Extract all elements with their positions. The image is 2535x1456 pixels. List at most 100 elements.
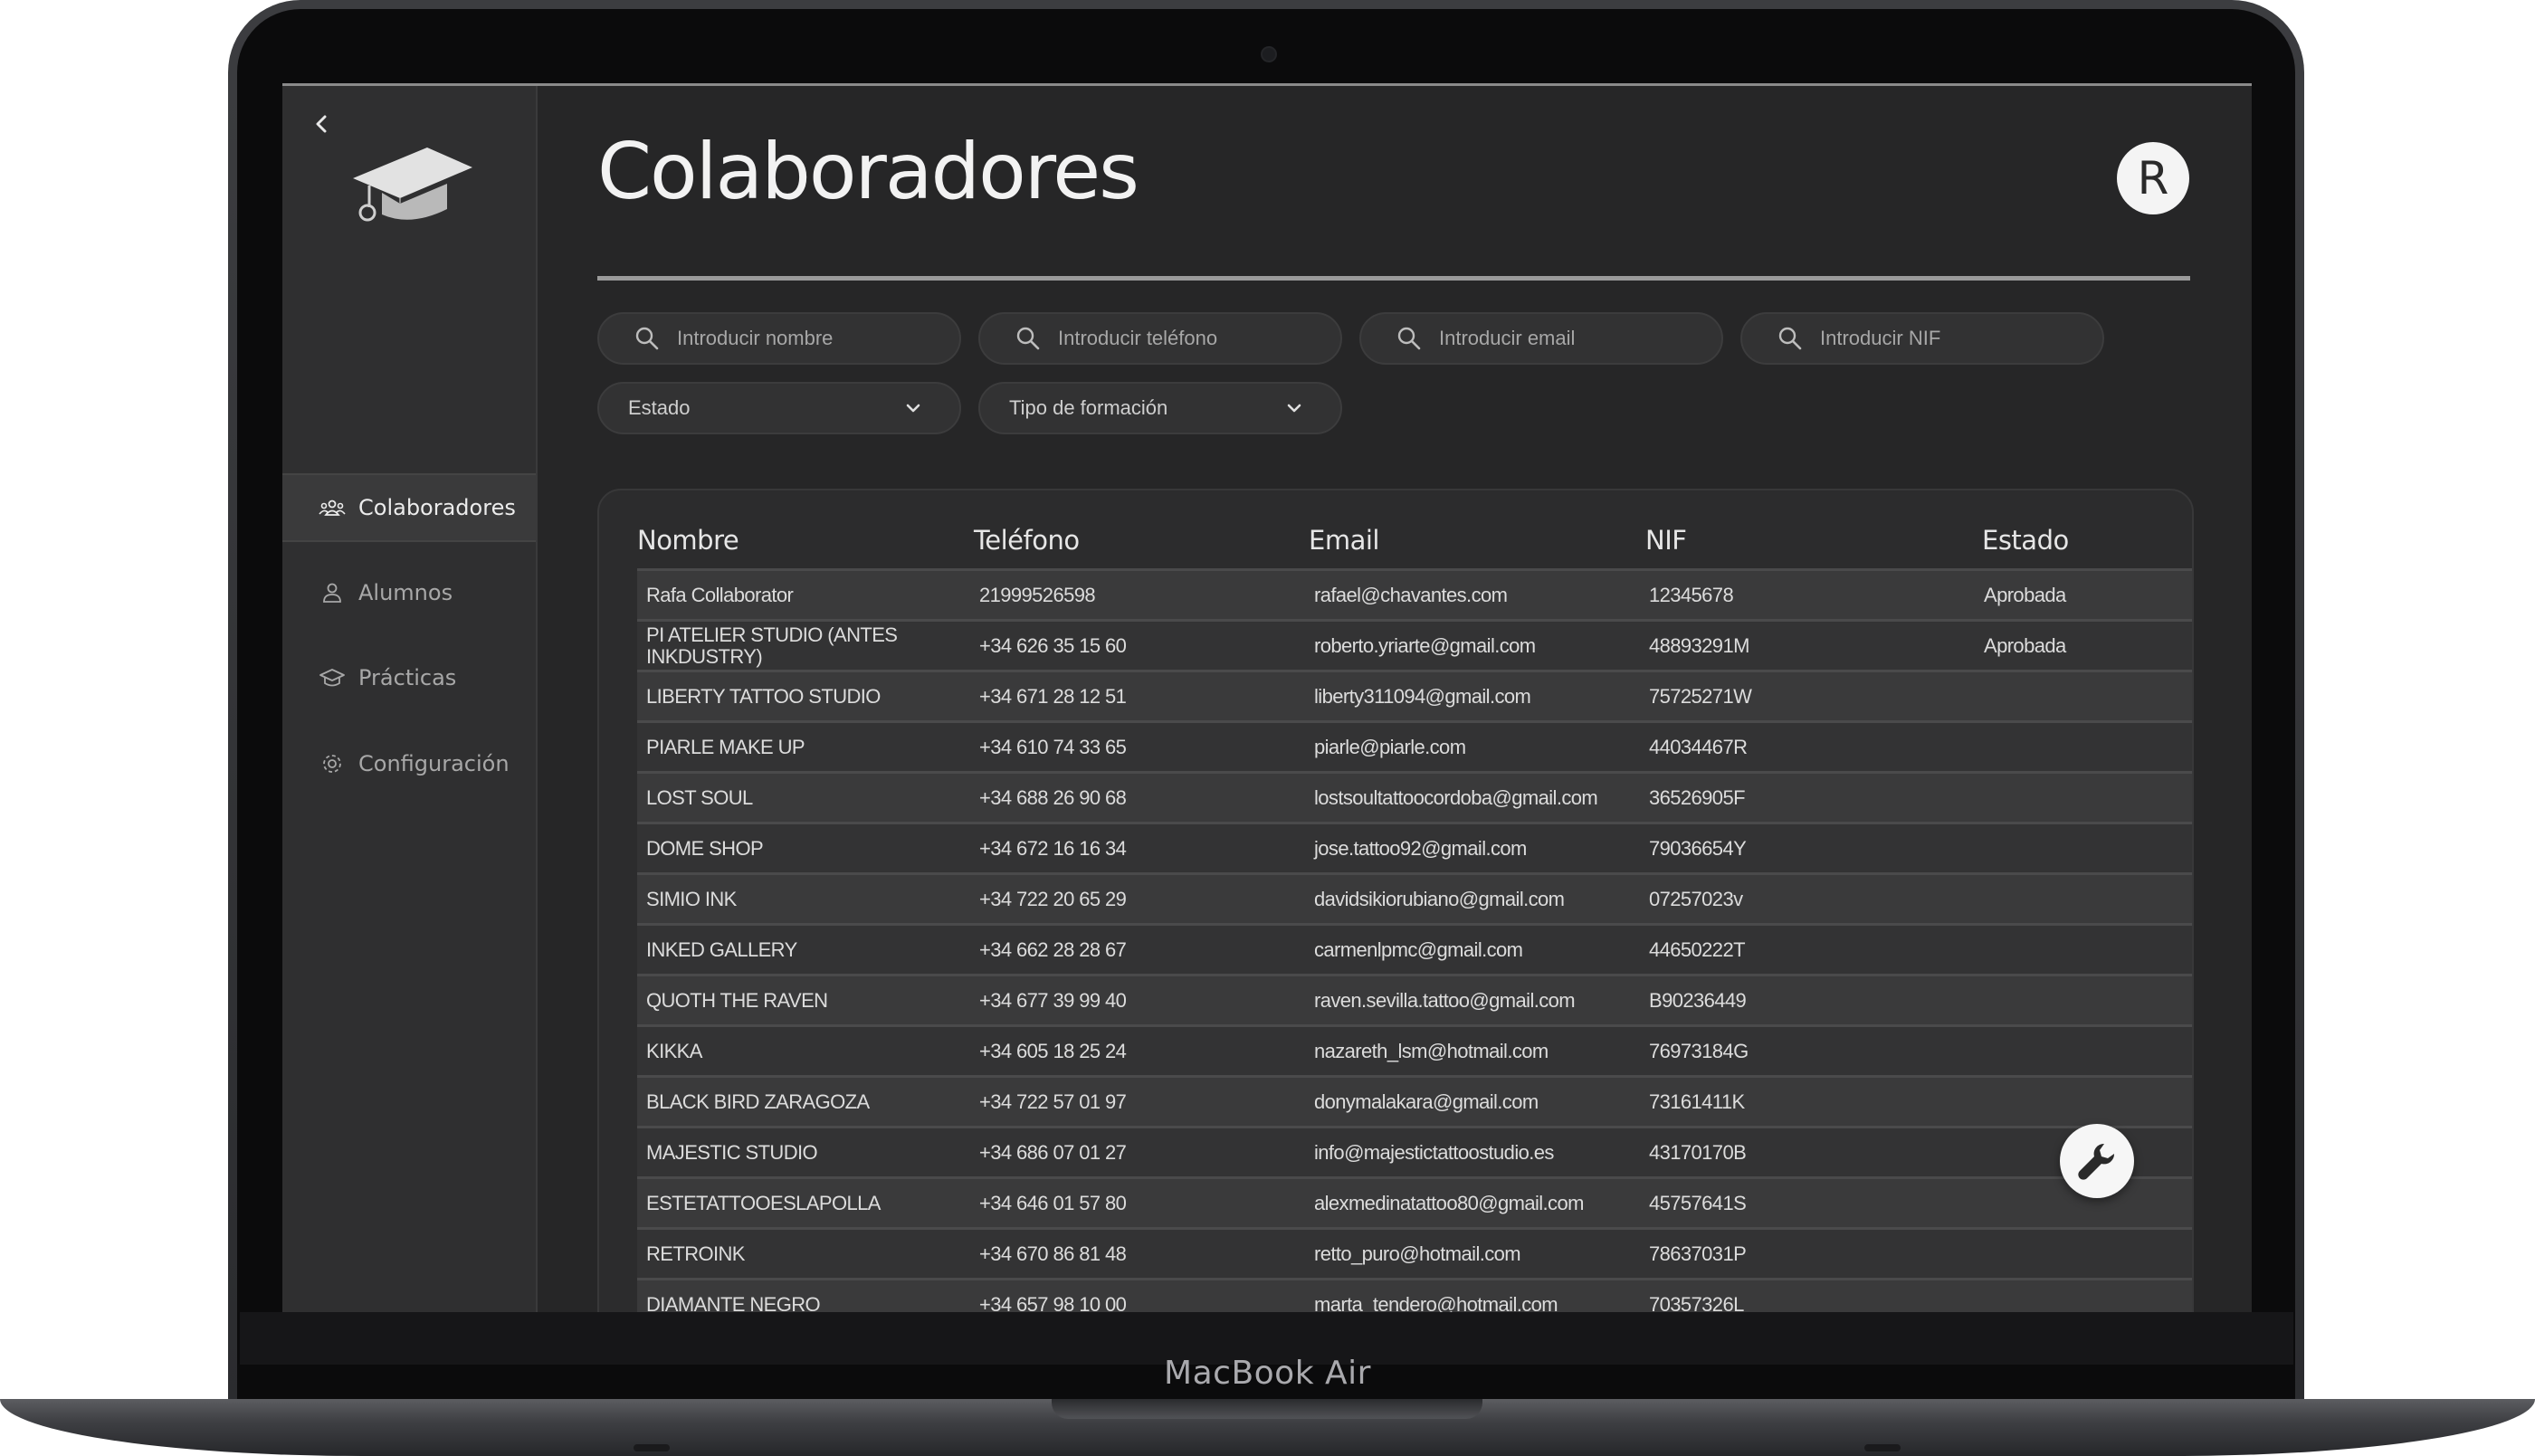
- table-row[interactable]: SIMIO INK +34 722 20 65 29 davidsikiorubia…: [637, 872, 2192, 923]
- cell-nombre: PIARLE MAKE UP: [646, 735, 805, 758]
- table-row[interactable]: BLACK BIRD ZARAGOZA +34 722 57 01 97 donym…: [637, 1075, 2192, 1126]
- cell-email: carmenlpmc@gmail.com: [1314, 937, 1523, 961]
- sidebar-item-label: Configuración: [358, 751, 510, 776]
- wrench-icon: [2078, 1143, 2115, 1180]
- nif-search-input[interactable]: [1820, 327, 2064, 350]
- cell-email: info@majestictattoostudio.es: [1314, 1140, 1554, 1164]
- search-icon: [1016, 327, 1040, 350]
- status-select[interactable]: Estado: [597, 382, 961, 434]
- table-row[interactable]: DIAMANTE NEGRO +34 657 98 10 00 marta_tend…: [637, 1278, 2192, 1314]
- cell-nif: 70357326L: [1649, 1292, 1744, 1314]
- cell-telefono: +34 722 57 01 97: [979, 1090, 1127, 1113]
- sidebar-item-label: Alumnos: [358, 580, 453, 605]
- users-icon: [319, 500, 346, 516]
- cell-telefono: +34 657 98 10 00: [979, 1292, 1127, 1314]
- training-type-select-value: Tipo de formación: [1009, 396, 1168, 419]
- cell-email: alexmedinatattoo80@gmail.com: [1314, 1191, 1584, 1214]
- cell-estado: [1984, 774, 2183, 822]
- name-filter: [597, 312, 961, 365]
- cell-telefono: +34 605 18 25 24: [979, 1039, 1127, 1062]
- chevron-down-icon: [906, 404, 920, 413]
- cell-telefono: +34 670 86 81 48: [979, 1242, 1127, 1265]
- cell-nif: 44650222T: [1649, 937, 1746, 961]
- sidebar-item-practicas[interactable]: Prácticas: [282, 643, 536, 712]
- table-row[interactable]: LIBERTY TATTOO STUDIO +34 671 28 12 51 lib…: [637, 670, 2192, 720]
- cell-nif: 78637031P: [1649, 1242, 1747, 1265]
- cell-nif: 07257023v: [1649, 887, 1743, 910]
- header-divider: [597, 276, 2190, 281]
- sidebar: Colaboradores Alumnos Prácticas Configur…: [282, 86, 538, 1314]
- page-title: Colaboradores: [597, 127, 1139, 217]
- cell-nombre: QUOTH THE RAVEN: [646, 988, 828, 1012]
- cell-email: rafael@chavantes.com: [1314, 583, 1508, 606]
- table-row[interactable]: PI ATELIER STUDIO (ANTES INKDUSTRY) +34 6…: [637, 619, 2192, 670]
- cell-email: lostsoultattoocordoba@gmail.com: [1314, 785, 1598, 809]
- column-header-telefono[interactable]: Teléfono: [974, 525, 1080, 556]
- cell-email: raven.sevilla.tattoo@gmail.com: [1314, 988, 1576, 1012]
- column-header-estado[interactable]: Estado: [1982, 525, 2069, 556]
- table-row[interactable]: PIARLE MAKE UP +34 610 74 33 65 piarle@pia…: [637, 720, 2192, 771]
- graduation-cap-logo-icon: [353, 148, 472, 222]
- search-icon: [1778, 327, 1802, 350]
- cell-nif: 75725271W: [1649, 684, 1752, 708]
- cell-nif: 36526905F: [1649, 785, 1746, 809]
- search-icon: [1397, 327, 1421, 350]
- cell-telefono: +34 610 74 33 65: [979, 735, 1127, 758]
- table-row[interactable]: MAJESTIC STUDIO +34 686 07 01 27 info@maje…: [637, 1126, 2192, 1176]
- sidebar-item-label: Prácticas: [358, 665, 457, 690]
- graduation-cap-icon: [319, 669, 345, 687]
- table-body: Rafa Collaborator 21999526598 rafael@chava…: [637, 568, 2192, 1314]
- avatar[interactable]: R: [2117, 142, 2189, 214]
- column-header-nif[interactable]: NIF: [1645, 525, 1687, 556]
- cell-nombre: KIKKA: [646, 1039, 702, 1062]
- table-row[interactable]: KIKKA +34 605 18 25 24 nazareth_lsm@hotmai…: [637, 1024, 2192, 1075]
- cell-nombre: LIBERTY TATTOO STUDIO: [646, 684, 881, 708]
- cell-nif: 12345678: [1649, 583, 1734, 606]
- cell-estado: [1984, 1230, 2183, 1278]
- cell-nif: 45757641S: [1649, 1191, 1747, 1214]
- cell-telefono: +34 672 16 16 34: [979, 836, 1127, 860]
- column-header-email[interactable]: Email: [1309, 525, 1379, 556]
- tools-button[interactable]: [2060, 1124, 2134, 1198]
- chevron-left-icon[interactable]: [311, 113, 333, 135]
- sidebar-item-configuracion[interactable]: Configuración: [282, 729, 536, 798]
- collaborators-table: Nombre Teléfono Email NIF Estado Rafa Co…: [597, 489, 2194, 1314]
- cell-nombre: DOME SHOP: [646, 836, 764, 860]
- column-header-nombre[interactable]: Nombre: [637, 525, 739, 556]
- email-filter: [1359, 312, 1723, 365]
- status-select-value: Estado: [628, 396, 691, 419]
- training-type-select[interactable]: Tipo de formación: [978, 382, 1342, 434]
- cell-estado: [1984, 976, 2183, 1024]
- sidebar-item-alumnos[interactable]: Alumnos: [282, 558, 536, 627]
- cell-estado: [1984, 1078, 2183, 1126]
- cell-estado: [1984, 1280, 2183, 1314]
- cell-nombre: INKED GALLERY: [646, 937, 797, 961]
- cell-email: donymalakara@gmail.com: [1314, 1090, 1539, 1113]
- table-row[interactable]: DOME SHOP +34 672 16 16 34 jose.tattoo92@g…: [637, 822, 2192, 872]
- table-row[interactable]: INKED GALLERY +34 662 28 28 67 carmenlpmc@…: [637, 923, 2192, 974]
- cell-nif: 76973184G: [1649, 1039, 1749, 1062]
- table-row[interactable]: Rafa Collaborator 21999526598 rafael@chava…: [637, 568, 2192, 619]
- phone-filter: [978, 312, 1342, 365]
- table-row[interactable]: ESTETATTOOESLAPOLLA +34 646 01 57 80 alexm…: [637, 1176, 2192, 1227]
- app-screen: Colaboradores Alumnos Prácticas Configur…: [282, 83, 2252, 1314]
- cell-email: retto_puro@hotmail.com: [1314, 1242, 1521, 1265]
- cell-nombre: ESTETATTOOESLAPOLLA: [646, 1191, 881, 1214]
- cell-nif: B90236449: [1649, 988, 1747, 1012]
- phone-search-input[interactable]: [1058, 327, 1302, 350]
- cell-email: nazareth_lsm@hotmail.com: [1314, 1039, 1549, 1062]
- cell-estado: [1984, 875, 2183, 923]
- camera-icon: [1261, 46, 1277, 62]
- table-row[interactable]: RETROINK +34 670 86 81 48 retto_puro@hotma…: [637, 1227, 2192, 1278]
- cell-estado: [1984, 1027, 2183, 1075]
- email-search-input[interactable]: [1439, 327, 1683, 350]
- sidebar-item-colaboradores[interactable]: Colaboradores: [282, 473, 536, 542]
- top-rule: [282, 83, 2252, 86]
- gear-icon: [323, 755, 341, 773]
- cell-nombre: MAJESTIC STUDIO: [646, 1140, 818, 1164]
- table-row[interactable]: LOST SOUL +34 688 26 90 68 lostsoultattooc…: [637, 771, 2192, 822]
- cell-telefono: +34 722 20 65 29: [979, 887, 1127, 910]
- name-search-input[interactable]: [677, 327, 921, 350]
- cell-nif: 48893291M: [1649, 633, 1749, 657]
- table-row[interactable]: QUOTH THE RAVEN +34 677 39 99 40 raven.sev…: [637, 974, 2192, 1024]
